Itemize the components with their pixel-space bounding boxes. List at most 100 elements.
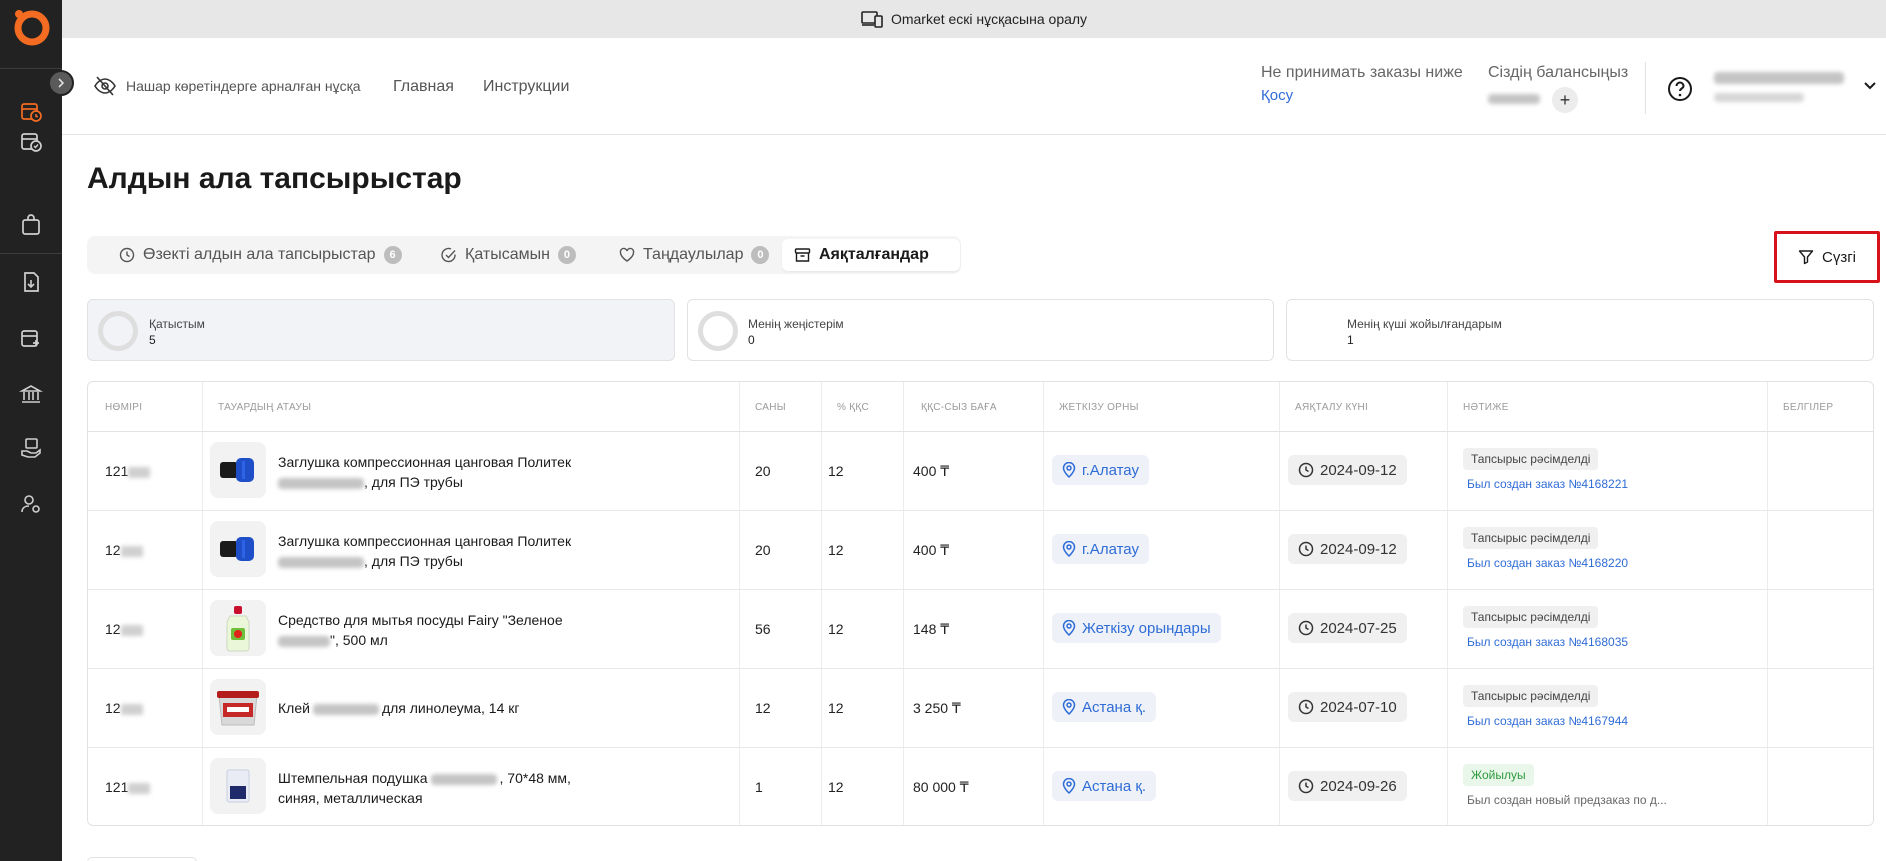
table-row[interactable]: 121 Заглушка компрессионная цанговая Пол…: [88, 432, 1873, 511]
table-row[interactable]: 12 Клей для линолеума, 14 кг 12 12 3 250 …: [88, 669, 1873, 748]
detergent-bottle-image: [226, 606, 250, 652]
sidebar-divider: [0, 253, 62, 254]
glue-bucket-image: [217, 691, 259, 726]
box-clock-icon: [21, 103, 42, 122]
pagination[interactable]: [87, 857, 197, 861]
progress-ring: [698, 311, 738, 351]
product-name[interactable]: Средство для мытья посуды Fairy "Зеленое…: [278, 610, 618, 650]
column-header: АЯҚТАЛУ КҮНІ: [1295, 401, 1369, 413]
column-header: % ҚҚС: [837, 401, 870, 413]
preorder-tabs: Өзекті алдын ала тапсырыстар 6 Қатысамын…: [87, 236, 961, 274]
stat-card-participated[interactable]: Қатыстым 5: [87, 299, 675, 361]
end-date-chip: 2024-09-12: [1288, 455, 1407, 485]
price-without-vat: 3 250 ₸: [913, 700, 961, 716]
eye-off-icon: [94, 76, 116, 96]
product-thumbnail[interactable]: [210, 679, 266, 735]
column-header: НӘТИЖЕ: [1463, 401, 1509, 413]
column-header: ТАУАРДЫҢ АТАУЫ: [218, 401, 312, 413]
archive-icon: [794, 248, 811, 262]
delivery-location-chip[interactable]: Астана қ.: [1052, 771, 1157, 801]
delivery-location-chip[interactable]: Жеткізу орындары: [1052, 613, 1221, 643]
order-link[interactable]: Был создан заказ №4168221: [1467, 477, 1628, 491]
check-circle-icon: [441, 247, 456, 263]
filter-button[interactable]: Сүзгі: [1774, 231, 1880, 283]
preorder-number[interactable]: 121: [105, 779, 151, 795]
tab-active-preorders[interactable]: Өзекті алдын ала тапсырыстар 6: [107, 239, 414, 271]
tab-completed[interactable]: Аяқталғандар: [782, 239, 960, 271]
accessibility-toggle[interactable]: Нашар көретіндерге арналған нұсқа: [94, 76, 361, 96]
product-thumbnail[interactable]: [210, 442, 266, 498]
preorder-number[interactable]: 12: [105, 542, 143, 558]
old-version-banner[interactable]: Omarket ескі нұсқасына оралу: [62, 0, 1886, 38]
nav-link-home[interactable]: Главная: [393, 78, 454, 96]
vat-percent: 12: [828, 542, 844, 558]
product-name[interactable]: Заглушка компрессионная цанговая Политек…: [278, 531, 618, 571]
chevron-down-icon[interactable]: [1862, 78, 1878, 92]
sidebar-item-import[interactable]: [16, 267, 46, 297]
clock-icon: [119, 247, 135, 263]
order-link[interactable]: Был создан заказ №4167944: [1467, 714, 1628, 728]
user-gear-icon: [21, 495, 40, 513]
sidebar-item-finance[interactable]: [16, 379, 46, 409]
order-link[interactable]: Был создан заказ №4168220: [1467, 556, 1628, 570]
quantity: 1: [755, 779, 763, 795]
map-pin-icon: [1062, 778, 1076, 794]
table-row[interactable]: 121 Штемпельная подушка, 70*48 мм, синяя…: [88, 748, 1873, 825]
omarket-logo[interactable]: [12, 8, 50, 46]
top-up-balance-button[interactable]: +: [1552, 87, 1578, 113]
result-note: Был создан новый предзаказ по д...: [1467, 793, 1667, 807]
tab-favorites[interactable]: Таңдаулылар 0: [607, 239, 781, 271]
balance-value-hidden: [1488, 94, 1540, 104]
nav-link-instructions[interactable]: Инструкции: [483, 78, 569, 96]
table-row[interactable]: 12 Средство для мытья посуды Fairy "Зеле…: [88, 590, 1873, 669]
chevron-right-icon: [58, 78, 65, 88]
delivery-location-chip[interactable]: Астана қ.: [1052, 692, 1157, 722]
product-thumbnail[interactable]: [210, 521, 266, 577]
tab-participating[interactable]: Қатысамын 0: [429, 239, 588, 271]
table-row[interactable]: 12 Заглушка компрессионная цанговая Поли…: [88, 511, 1873, 590]
product-name[interactable]: Штемпельная подушка, 70*48 мм, синяя, ме…: [278, 768, 618, 808]
status-badge: Тапсырыс рәсімделді: [1463, 527, 1599, 549]
sidebar-item-shopping[interactable]: [16, 210, 46, 240]
preorder-number[interactable]: 121: [105, 463, 151, 479]
vat-percent: 12: [828, 621, 844, 637]
delivery-location-chip[interactable]: г.Алатау: [1052, 455, 1149, 485]
min-order-add-link[interactable]: Қосу: [1261, 87, 1293, 104]
status-badge: Жойылуы: [1463, 764, 1534, 786]
help-icon[interactable]: [1666, 75, 1694, 103]
accessibility-label: Нашар көретіндерге арналған нұсқа: [126, 78, 361, 94]
sidebar-toggle-button[interactable]: [48, 70, 74, 96]
user-name-hidden[interactable]: [1714, 72, 1844, 84]
end-date-chip: 2024-07-25: [1288, 613, 1407, 643]
stat-card-cancelled[interactable]: Менің күші жойылғандарым 1: [1286, 299, 1874, 361]
column-header: ҚҚС-СЫЗ БАҒА: [921, 401, 997, 413]
bag-icon: [22, 214, 40, 235]
stat-card-wins[interactable]: Менің жеңістерім 0: [687, 299, 1274, 361]
sidebar-item-settings[interactable]: [16, 489, 46, 519]
quantity: 20: [755, 542, 771, 558]
vat-percent: 12: [828, 463, 844, 479]
product-name[interactable]: Заглушка компрессионная цанговая Политек…: [278, 452, 618, 492]
delivery-location-chip[interactable]: г.Алатау: [1052, 534, 1149, 564]
product-thumbnail[interactable]: [210, 600, 266, 656]
sidebar-item-orders[interactable]: [16, 126, 46, 156]
preorder-number[interactable]: 12: [105, 621, 143, 637]
product-name[interactable]: Клей для линолеума, 14 кг: [278, 698, 618, 718]
sidebar: [0, 0, 74, 861]
sidebar-item-delivery[interactable]: [16, 433, 46, 463]
stamp-pad-image: [226, 769, 250, 803]
price-without-vat: 400 ₸: [913, 542, 950, 558]
stat-label: Менің күші жойылғандарым: [1347, 317, 1502, 331]
order-link[interactable]: Был создан заказ №4168035: [1467, 635, 1628, 649]
product-thumbnail[interactable]: [210, 758, 266, 814]
column-header: САНЫ: [755, 401, 786, 413]
stat-label: Қатыстым: [149, 317, 205, 331]
sidebar-item-preorders[interactable]: [16, 96, 46, 126]
box-plus-icon: [21, 330, 39, 347]
sidebar-item-add-product[interactable]: [16, 323, 46, 353]
preorder-number[interactable]: 12: [105, 700, 143, 716]
table-header: НӨМІРІ ТАУАРДЫҢ АТАУЫ САНЫ % ҚҚС ҚҚС-СЫЗ…: [88, 382, 1873, 432]
clock-icon: [1298, 778, 1314, 794]
map-pin-icon: [1062, 699, 1076, 715]
price-without-vat: 400 ₸: [913, 463, 950, 479]
